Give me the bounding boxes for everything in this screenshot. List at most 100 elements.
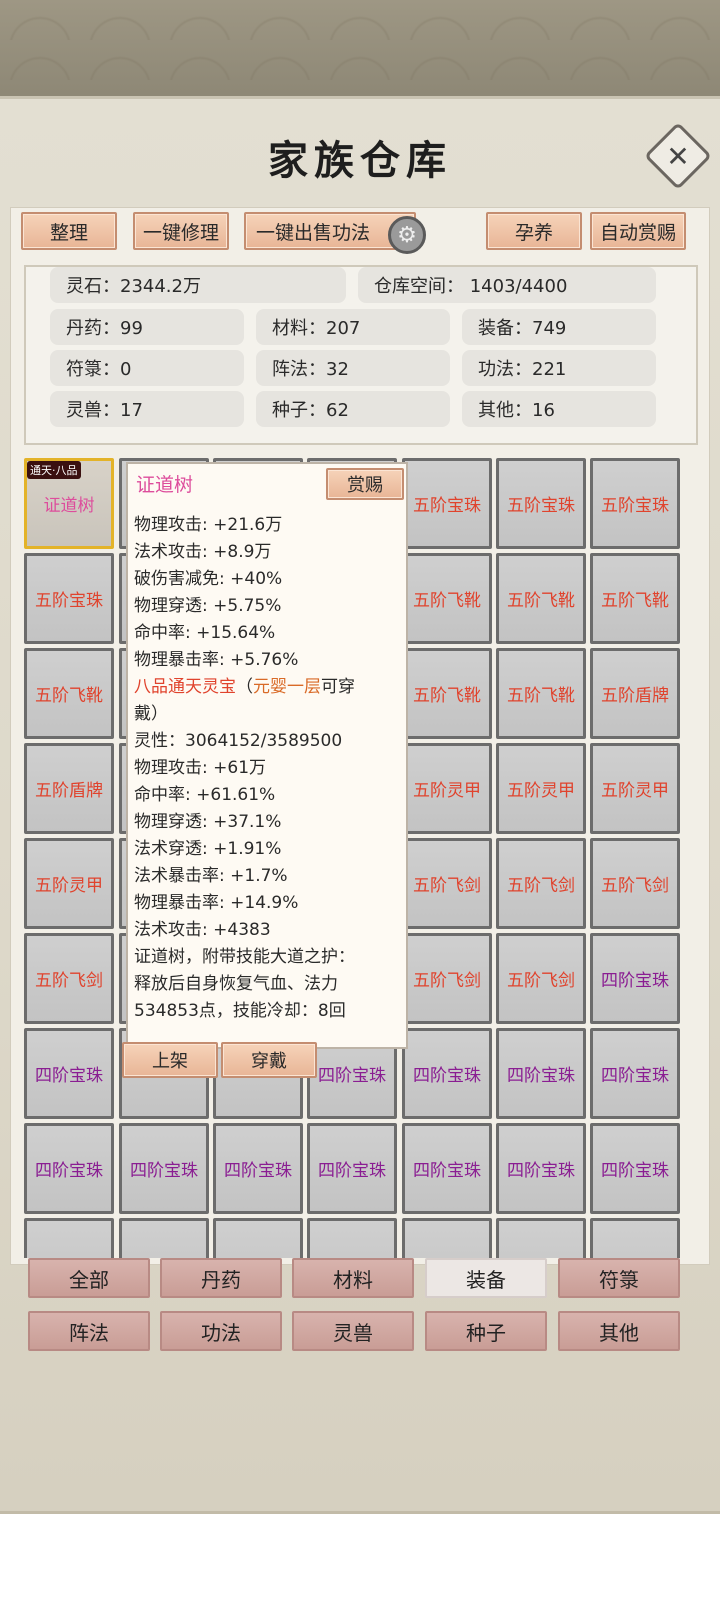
grid-item-label: 五阶飞靴 — [35, 686, 103, 706]
skill-desc-line: 534853点，技能冷却：8回 — [134, 1001, 346, 1021]
grid-item[interactable] — [496, 1218, 586, 1258]
tab-0[interactable]: 全部 — [28, 1258, 150, 1298]
grade-line: 八品通天灵宝（元婴一层可穿 — [134, 674, 404, 701]
equipment-stat: 装备：749 — [462, 309, 656, 345]
stat-line: 物理穿透: +5.75% — [134, 596, 282, 616]
formations-stat: 阵法：32 — [256, 350, 450, 386]
skill-desc-line: 释放后自身恢复气血、法力 — [134, 974, 338, 994]
grid-item-label: 五阶飞靴 — [413, 591, 481, 611]
grid-item[interactable]: 证道树 通天·八品 — [24, 458, 114, 549]
tab-6[interactable]: 功法 — [160, 1311, 282, 1351]
grid-item[interactable]: 五阶宝珠 — [24, 553, 114, 644]
pills-stat: 丹药：99 — [50, 309, 244, 345]
tooltip-item-name: 证道树 — [136, 474, 194, 496]
grid-item[interactable]: 五阶灵甲 — [590, 743, 680, 834]
grid-item-label: 四阶宝珠 — [318, 1066, 386, 1086]
grid-item-label: 四阶宝珠 — [601, 1066, 669, 1086]
grid-item[interactable]: 五阶飞剑 — [402, 933, 492, 1024]
stat-line: 命中率: +61.61% — [134, 785, 276, 805]
grade-line-cont: 戴） — [134, 704, 168, 724]
grid-item-label: 四阶宝珠 — [224, 1161, 292, 1181]
grid-item[interactable]: 五阶飞剑 — [24, 933, 114, 1024]
grid-item[interactable]: 四阶宝珠 — [496, 1028, 586, 1119]
talismans-stat: 符箓：0 — [50, 350, 244, 386]
grid-item[interactable]: 四阶宝珠 — [213, 1123, 303, 1214]
auto-reward-button[interactable]: 自动赏赐 — [590, 212, 686, 250]
grid-item[interactable] — [213, 1218, 303, 1258]
grid-item[interactable]: 五阶飞剑 — [590, 838, 680, 929]
grid-item[interactable] — [307, 1218, 397, 1258]
materials-stat: 材料：207 — [256, 309, 450, 345]
grid-item-label: 五阶飞剑 — [507, 876, 575, 896]
grid-item[interactable]: 五阶飞靴 — [402, 648, 492, 739]
grid-item-label: 四阶宝珠 — [413, 1161, 481, 1181]
tab-7[interactable]: 灵兽 — [292, 1311, 414, 1351]
grid-item[interactable]: 四阶宝珠 — [24, 1028, 114, 1119]
nurture-button[interactable]: 孕养 — [486, 212, 582, 250]
stat-line: 物理攻击: +61万 — [134, 758, 267, 778]
tab-1[interactable]: 丹药 — [160, 1258, 282, 1298]
grid-item[interactable]: 五阶飞剑 — [496, 933, 586, 1024]
sort-button[interactable]: 整理 — [21, 212, 117, 250]
tab-8[interactable]: 种子 — [425, 1311, 547, 1351]
grid-item[interactable]: 五阶宝珠 — [402, 458, 492, 549]
grid-item-label: 五阶飞剑 — [601, 876, 669, 896]
grid-item[interactable]: 五阶灵甲 — [402, 743, 492, 834]
grid-item[interactable]: 四阶宝珠 — [590, 1123, 680, 1214]
grid-item[interactable]: 四阶宝珠 — [119, 1123, 209, 1214]
grid-item-label: 五阶灵甲 — [413, 781, 481, 801]
tab-4[interactable]: 符箓 — [558, 1258, 680, 1298]
grid-item[interactable]: 五阶宝珠 — [496, 458, 586, 549]
grid-item[interactable]: 五阶飞靴 — [402, 553, 492, 644]
grid-item-label: 四阶宝珠 — [601, 971, 669, 991]
paren-open: （ — [236, 677, 253, 697]
grid-item[interactable] — [590, 1218, 680, 1258]
grid-item[interactable] — [402, 1218, 492, 1258]
grid-item[interactable]: 四阶宝珠 — [402, 1028, 492, 1119]
grid-item[interactable]: 五阶盾牌 — [24, 743, 114, 834]
reward-button[interactable]: 赏赐 — [326, 468, 404, 500]
tab-9[interactable]: 其他 — [558, 1311, 680, 1351]
grid-item[interactable]: 五阶灵甲 — [24, 838, 114, 929]
page-title: 家族仓库 — [268, 137, 452, 184]
grid-item[interactable] — [119, 1218, 209, 1258]
grid-item[interactable]: 四阶宝珠 — [590, 1028, 680, 1119]
grid-item-label: 四阶宝珠 — [507, 1161, 575, 1181]
grid-item[interactable] — [24, 1218, 114, 1258]
grid-item-label: 证道树 — [43, 496, 95, 516]
list-button[interactable]: 上架 — [122, 1042, 218, 1078]
grid-item[interactable]: 四阶宝珠 — [590, 933, 680, 1024]
stat-line: 物理攻击: +21.6万 — [134, 515, 283, 535]
stat-line: 法术攻击: +8.9万 — [134, 542, 272, 562]
seeds-stat: 种子：62 — [256, 391, 450, 427]
grid-item[interactable]: 四阶宝珠 — [402, 1123, 492, 1214]
grid-item[interactable]: 五阶飞剑 — [402, 838, 492, 929]
grid-item[interactable]: 五阶飞靴 — [590, 553, 680, 644]
stat-line: 法术穿透: +1.91% — [134, 839, 282, 859]
gear-icon[interactable]: ⚙ — [388, 216, 426, 254]
grid-item[interactable]: 五阶飞靴 — [496, 648, 586, 739]
grid-item[interactable]: 五阶飞靴 — [24, 648, 114, 739]
grid-item-label: 四阶宝珠 — [318, 1161, 386, 1181]
grid-item-label: 五阶飞靴 — [507, 686, 575, 706]
tab-2[interactable]: 材料 — [292, 1258, 414, 1298]
grid-item[interactable]: 五阶飞靴 — [496, 553, 586, 644]
grid-item[interactable]: 四阶宝珠 — [307, 1123, 397, 1214]
tab-3[interactable]: 装备 — [425, 1258, 547, 1298]
tab-5[interactable]: 阵法 — [28, 1311, 150, 1351]
stat-line: 物理暴击率: +5.76% — [134, 650, 299, 670]
grid-item[interactable]: 四阶宝珠 — [24, 1123, 114, 1214]
equip-button[interactable]: 穿戴 — [221, 1042, 317, 1078]
grid-item[interactable]: 五阶灵甲 — [496, 743, 586, 834]
wearable-text: 可穿 — [321, 677, 355, 697]
grid-item-label: 四阶宝珠 — [507, 1066, 575, 1086]
beasts-stat: 灵兽：17 — [50, 391, 244, 427]
grade-badge: 通天·八品 — [27, 461, 81, 479]
grid-item[interactable]: 四阶宝珠 — [496, 1123, 586, 1214]
grid-item[interactable]: 五阶飞剑 — [496, 838, 586, 929]
grid-item[interactable]: 五阶盾牌 — [590, 648, 680, 739]
storage-stat: 仓库空间： 1403/4400 — [358, 267, 656, 303]
grid-item[interactable]: 五阶宝珠 — [590, 458, 680, 549]
grid-item-label: 四阶宝珠 — [35, 1066, 103, 1086]
repair-all-button[interactable]: 一键修理 — [133, 212, 229, 250]
